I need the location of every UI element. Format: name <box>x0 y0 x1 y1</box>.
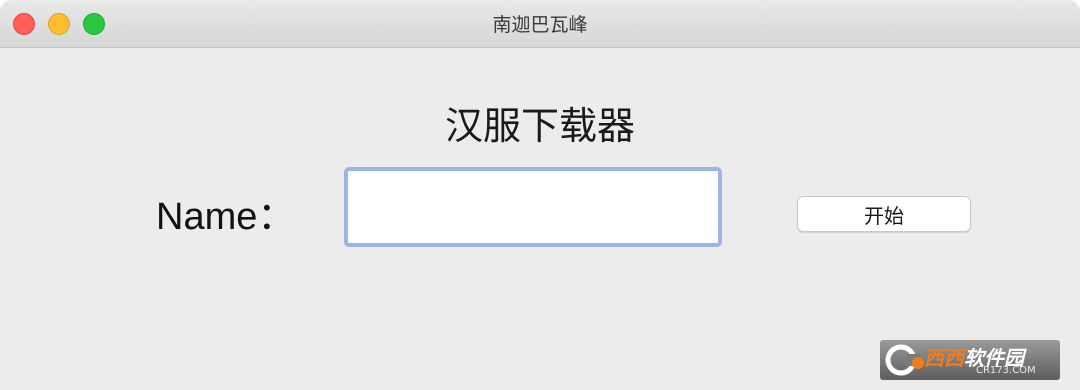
name-label: Name： <box>156 196 296 238</box>
name-input[interactable] <box>344 167 722 247</box>
window-title: 南迦巴瓦峰 <box>492 14 588 36</box>
app-heading: 汉服下载器 <box>444 104 635 148</box>
cr-logo-icon <box>885 344 924 376</box>
watermark-domain: CR173.COM <box>976 365 1036 376</box>
watermark-logo: 西西软件园 CR173.COM <box>880 340 1060 380</box>
start-button[interactable]: 开始 <box>797 196 971 232</box>
app-window: 南迦巴瓦峰 汉服下载器 Name： 开始 西西软件园 CR173.COM <box>0 0 1080 390</box>
watermark-brand-accent: 西西 <box>924 346 964 370</box>
title-bar[interactable]: 南迦巴瓦峰 <box>0 0 1080 48</box>
